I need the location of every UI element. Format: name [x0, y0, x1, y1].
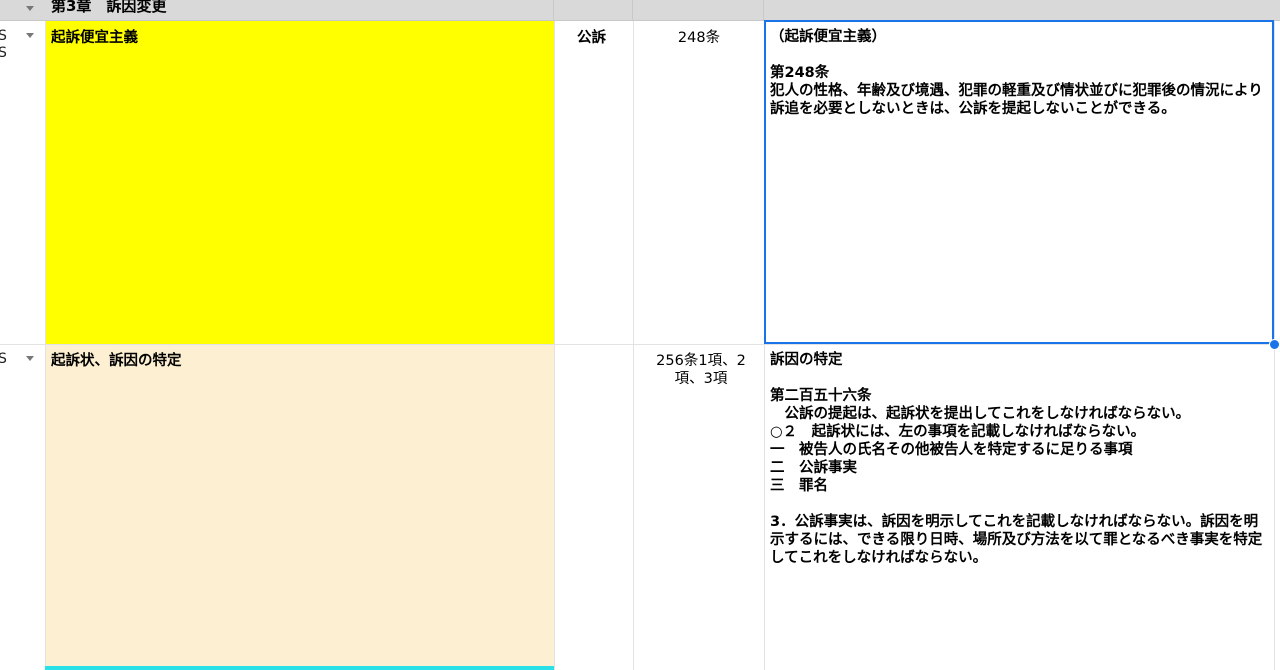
selected-cell-border[interactable] — [764, 20, 1274, 344]
selection-edge-bar — [45, 666, 554, 670]
article-label[interactable]: 248条 — [636, 29, 762, 47]
chevron-down-icon[interactable] — [26, 356, 34, 361]
row-marker: S — [0, 351, 7, 367]
fill-handle[interactable] — [1269, 339, 1280, 350]
header-cell-category[interactable] — [554, 0, 633, 20]
grid-line — [633, 21, 634, 670]
statute-body: 訴因の特定 第二百五十六条 公訴の提起は、起訴状を提出してこれをしなければならな… — [770, 352, 1263, 566]
topic-cell-highlight[interactable] — [45, 345, 554, 666]
topic-label[interactable]: 起訴状、訴因の特定 — [51, 352, 182, 370]
chevron-down-icon[interactable] — [26, 6, 34, 11]
article-label[interactable]: 256条1項、2項、3項 — [646, 352, 756, 388]
chapter-header-row[interactable]: 第3章 訴因変更 — [0, 0, 1280, 21]
grid-line — [45, 21, 46, 670]
chevron-down-icon[interactable] — [26, 33, 34, 38]
topic-label[interactable]: 起訴便宜主義 — [51, 29, 138, 47]
row-marker: S S — [0, 28, 7, 61]
spreadsheet: 第3章 訴因変更 S S 起訴便宜主義 公訴 248条 （起訴便宜主義） 第24… — [0, 0, 1280, 670]
grid-line — [554, 21, 555, 670]
header-cell-article[interactable] — [633, 0, 764, 20]
statute-text[interactable]: 訴因の特定 第二百五十六条 公訴の提起は、起訴状を提出してこれをしなければならな… — [770, 351, 1270, 567]
chapter-title-cell[interactable]: 第3章 訴因変更 — [45, 0, 554, 20]
topic-cell-highlight[interactable] — [45, 21, 554, 344]
category-label[interactable]: 公訴 — [577, 29, 617, 47]
chapter-title: 第3章 訴因変更 — [51, 0, 167, 15]
